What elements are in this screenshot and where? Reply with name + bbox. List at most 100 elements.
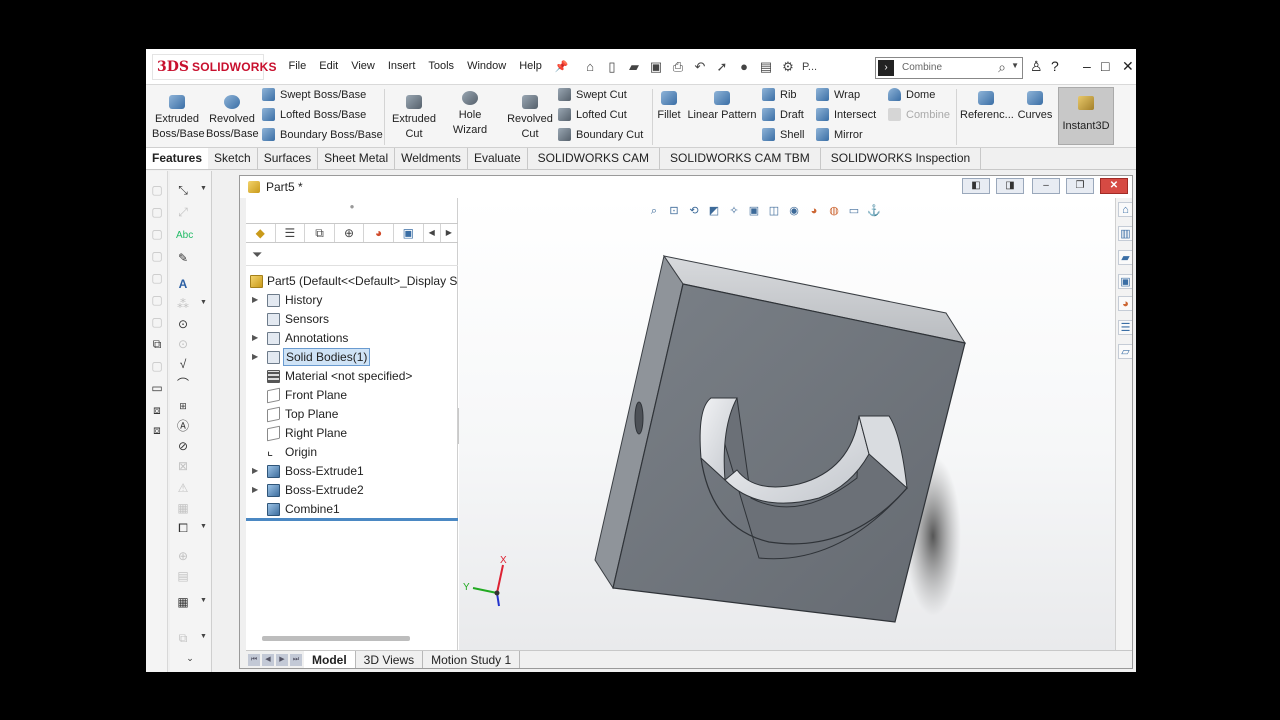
hole-wizard-button[interactable]: Hole Wizard bbox=[442, 91, 498, 138]
geometric-tolerance-icon[interactable]: ⊞ bbox=[176, 399, 190, 413]
revolved-boss-button[interactable]: Revolved Boss/Base bbox=[206, 95, 259, 142]
chevron-down-icon[interactable]: ▼ bbox=[200, 633, 207, 640]
toolbar-icon[interactable]: ⚠ bbox=[176, 481, 190, 495]
expand-arrow-icon[interactable]: ▶ bbox=[252, 329, 262, 347]
boundary-boss-button[interactable]: Boundary Boss/Base bbox=[262, 128, 383, 141]
tab-3d-views[interactable]: 3D Views bbox=[356, 651, 424, 668]
chevron-down-icon[interactable]: ▼ bbox=[200, 299, 207, 306]
table-icon[interactable]: ▦ bbox=[176, 595, 190, 609]
spell-check-icon[interactable]: Abc bbox=[176, 229, 193, 243]
forum-icon[interactable]: ▱ bbox=[1118, 344, 1132, 359]
graphics-area[interactable]: ⌕ ⊡ ⟲ ◩ ✧ ▣ ◫ ◉ ◕ ◍ ▭ ⚓ X Y bbox=[459, 198, 1115, 650]
wrap-button[interactable]: Wrap bbox=[816, 88, 860, 101]
tab-model[interactable]: Model bbox=[304, 651, 356, 668]
horizontal-scrollbar[interactable] bbox=[262, 636, 410, 641]
chevron-down-icon[interactable]: ▼ bbox=[200, 597, 207, 604]
panel-grip[interactable]: ● bbox=[246, 198, 458, 216]
weld-symbol-icon[interactable]: ⌒ bbox=[176, 377, 190, 391]
chevron-down-icon[interactable]: ▼ bbox=[1011, 61, 1019, 70]
search-icon[interactable]: ⌕ bbox=[998, 59, 1006, 76]
tab-solidworks-cam[interactable]: SOLIDWORKS CAM bbox=[528, 148, 660, 169]
new-document-icon[interactable]: ▯ bbox=[604, 59, 620, 75]
toolbar-icon[interactable]: ▢ bbox=[150, 205, 164, 219]
tab-solidworks-inspection[interactable]: SOLIDWORKS Inspection bbox=[821, 148, 982, 169]
menu-view[interactable]: View bbox=[345, 60, 382, 73]
menu-file[interactable]: File bbox=[282, 60, 313, 73]
print-icon[interactable]: ⎙ bbox=[670, 59, 686, 75]
balloon-icon[interactable]: ⊙ bbox=[176, 317, 190, 331]
format-painter-icon[interactable]: ✎ bbox=[176, 251, 190, 265]
rib-button[interactable]: Rib bbox=[762, 88, 797, 101]
home-icon[interactable]: ⌂ bbox=[582, 59, 598, 75]
mirror-button[interactable]: Mirror bbox=[816, 128, 863, 141]
display-manager-tab-icon[interactable]: ◕ bbox=[364, 224, 394, 242]
menu-insert[interactable]: Insert bbox=[381, 60, 422, 73]
toolbar-icon[interactable]: ▢ bbox=[150, 249, 164, 263]
tab-surfaces[interactable]: Surfaces bbox=[258, 148, 319, 169]
design-library-icon[interactable]: ▥ bbox=[1118, 226, 1132, 241]
custom-properties-icon[interactable]: ☰ bbox=[1118, 320, 1132, 335]
expand-arrow-icon[interactable]: ▶ bbox=[252, 462, 262, 480]
extruded-boss-button[interactable]: Extruded Boss/Base bbox=[152, 95, 205, 142]
toolbar-icon[interactable]: ▢ bbox=[150, 359, 164, 373]
chevron-down-icon[interactable]: ▼ bbox=[200, 523, 207, 530]
solidworks-resources-icon[interactable]: ⌂ bbox=[1118, 202, 1132, 217]
help-icon[interactable]: ? bbox=[1051, 58, 1059, 74]
view-palette-icon[interactable]: ▣ bbox=[1118, 274, 1132, 289]
part-model-view[interactable]: X Y bbox=[459, 198, 1115, 650]
expand-arrow-icon[interactable]: ▶ bbox=[252, 481, 262, 499]
toolbar-icon[interactable]: ⊕ bbox=[176, 549, 190, 563]
tab-evaluate[interactable]: Evaluate bbox=[468, 148, 528, 169]
toolbar-icon[interactable]: ▢ bbox=[150, 271, 164, 285]
select-arrow-icon[interactable]: ➚ bbox=[714, 59, 730, 75]
menu-edit[interactable]: Edit bbox=[313, 60, 345, 73]
boundary-cut-button[interactable]: Boundary Cut bbox=[558, 128, 643, 141]
tab-weldments[interactable]: Weldments bbox=[395, 148, 468, 169]
file-properties-icon[interactable]: ▤ bbox=[758, 59, 774, 75]
toolbar-icon[interactable]: ⧉ bbox=[150, 337, 164, 351]
property-manager-tab-icon[interactable]: ☰ bbox=[276, 224, 306, 242]
draft-button[interactable]: Draft bbox=[762, 108, 804, 121]
file-explorer-icon[interactable]: ▰ bbox=[1118, 250, 1132, 265]
toolbar-icon[interactable]: ⊠ bbox=[176, 459, 190, 473]
toolbar-icon[interactable]: ⊙ bbox=[176, 337, 190, 351]
dimxpert-tab-icon[interactable]: ⊕ bbox=[335, 224, 365, 242]
toolbar-icon[interactable]: ▢ bbox=[150, 315, 164, 329]
menu-help[interactable]: Help bbox=[513, 60, 549, 73]
toolbar-icon[interactable]: ▭ bbox=[150, 381, 164, 395]
curves-button[interactable]: Curves bbox=[1016, 91, 1054, 123]
fillet-button[interactable]: Fillet bbox=[654, 91, 684, 123]
datum-feature-icon[interactable]: Ⓐ bbox=[176, 419, 190, 433]
lofted-cut-button[interactable]: Lofted Cut bbox=[558, 108, 627, 121]
note-icon[interactable]: A bbox=[176, 277, 190, 291]
doc-restore-icon[interactable]: ❐ bbox=[1066, 178, 1094, 194]
tab-sheet-metal[interactable]: Sheet Metal bbox=[318, 148, 396, 169]
next-tab-icon[interactable]: ▶ bbox=[276, 654, 288, 666]
toolbar-icon[interactable]: ⧉ bbox=[176, 631, 190, 645]
datum-target-icon[interactable]: ⊘ bbox=[176, 439, 190, 453]
search-input[interactable]: Combine bbox=[902, 62, 942, 73]
toolbar-icon[interactable]: ⧈ bbox=[150, 403, 164, 417]
traffic-light-icon[interactable]: ● bbox=[736, 59, 752, 75]
block-icon[interactable]: ⧠ bbox=[176, 521, 190, 535]
solidworks-logo[interactable]: 3DS SOLIDWORKS bbox=[152, 54, 276, 80]
swept-cut-button[interactable]: Swept Cut bbox=[558, 88, 627, 101]
tile-left-icon[interactable]: ◧ bbox=[962, 178, 990, 194]
tab-features[interactable]: Features bbox=[146, 148, 209, 169]
shell-button[interactable]: Shell bbox=[762, 128, 804, 141]
command-search[interactable]: › Combine ⌕ ▼ bbox=[875, 57, 1023, 79]
prev-tab-icon[interactable]: ◀ bbox=[262, 654, 274, 666]
linear-pattern-button[interactable]: Linear Pattern bbox=[686, 91, 758, 123]
cam-tab-icon[interactable]: ▣ bbox=[394, 224, 424, 242]
toolbar-icon[interactable]: ▢ bbox=[150, 183, 164, 197]
revolved-cut-button[interactable]: Revolved Cut bbox=[506, 95, 554, 142]
undo-icon[interactable]: ↶ bbox=[692, 59, 708, 75]
expand-toolbar-icon[interactable]: ⌄ bbox=[183, 651, 197, 665]
tabs-scroll-left-icon[interactable]: ◀ bbox=[424, 224, 441, 242]
menu-tools[interactable]: Tools bbox=[422, 60, 461, 73]
configuration-manager-tab-icon[interactable]: ⧉ bbox=[305, 224, 335, 242]
appearances-icon[interactable]: ◕ bbox=[1118, 296, 1132, 311]
options-gear-icon[interactable]: ⚙ bbox=[780, 59, 796, 75]
filter-icon[interactable]: ⏷ bbox=[252, 247, 262, 263]
menu-window[interactable]: Window bbox=[461, 60, 513, 73]
